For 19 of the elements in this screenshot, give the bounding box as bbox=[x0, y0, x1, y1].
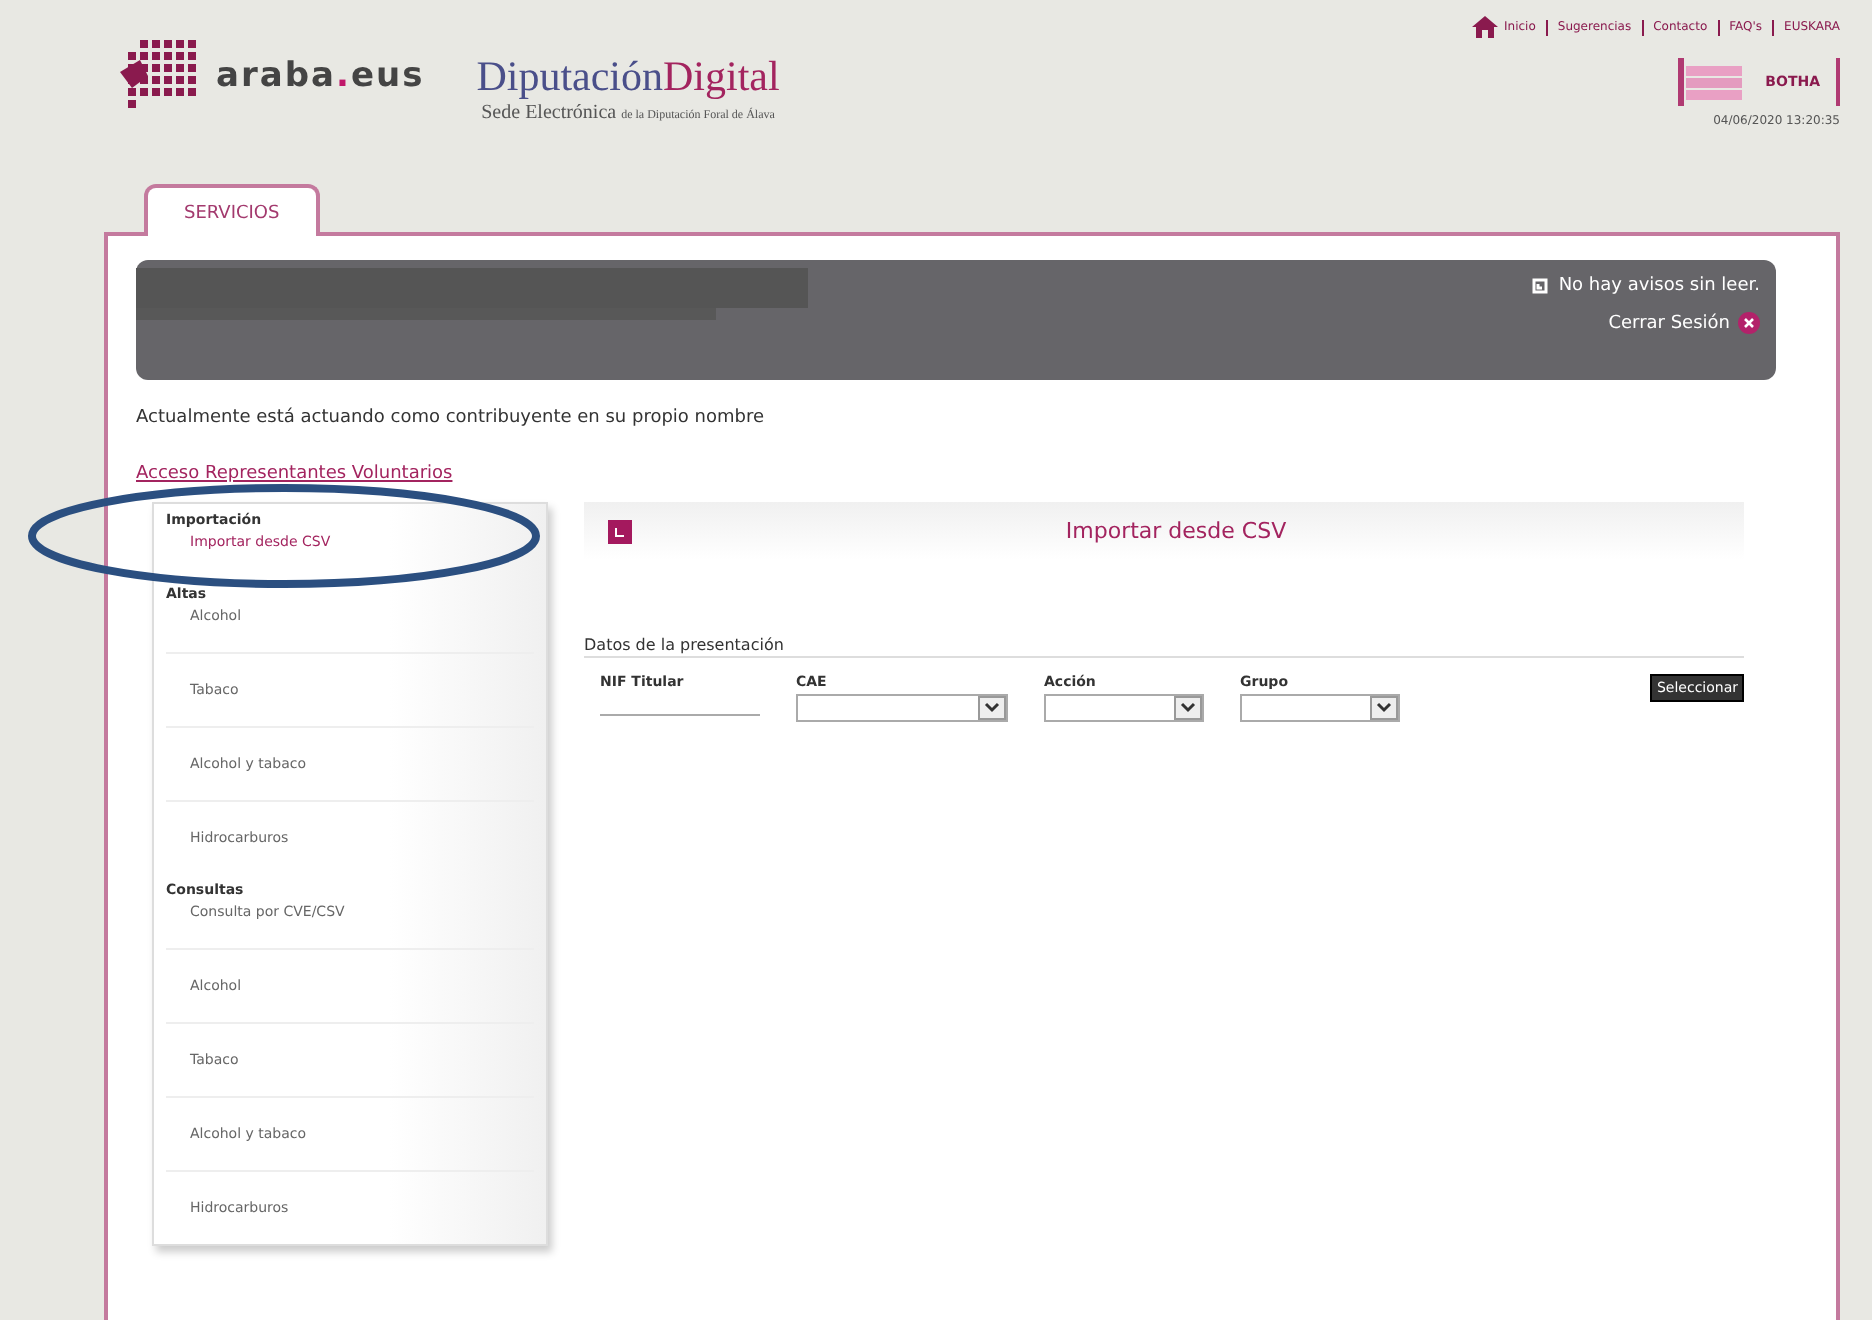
chevron-down-icon bbox=[1370, 696, 1398, 720]
notice-text: No hay avisos sin leer. bbox=[1558, 276, 1760, 296]
chevron-down-icon bbox=[978, 696, 1006, 720]
logout-link[interactable]: Cerrar Sesión bbox=[1608, 313, 1730, 333]
panel-title: Importar desde CSV bbox=[1063, 518, 1289, 544]
logo-text: araba.eus bbox=[216, 56, 425, 96]
dropdown[interactable] bbox=[1044, 694, 1204, 722]
dropdown[interactable] bbox=[1240, 694, 1400, 722]
close-icon[interactable] bbox=[1738, 312, 1760, 334]
chevron-down-icon bbox=[1174, 696, 1202, 720]
brand-title: DiputaciónDigital bbox=[476, 52, 780, 102]
home-icon[interactable] bbox=[1472, 16, 1498, 38]
acting-as-text: Actualmente está actuando como contribuyente en su propio nombre bbox=[136, 408, 767, 428]
representatives-link[interactable]: Acceso Representantes Voluntarios bbox=[136, 464, 453, 484]
book-stack-icon bbox=[1677, 58, 1746, 106]
section-title: Datos de la presentación bbox=[584, 636, 1744, 658]
tab[interactable]: SERVICIOS bbox=[144, 184, 320, 236]
import-icon bbox=[608, 519, 632, 543]
dropdown[interactable] bbox=[796, 694, 1008, 722]
